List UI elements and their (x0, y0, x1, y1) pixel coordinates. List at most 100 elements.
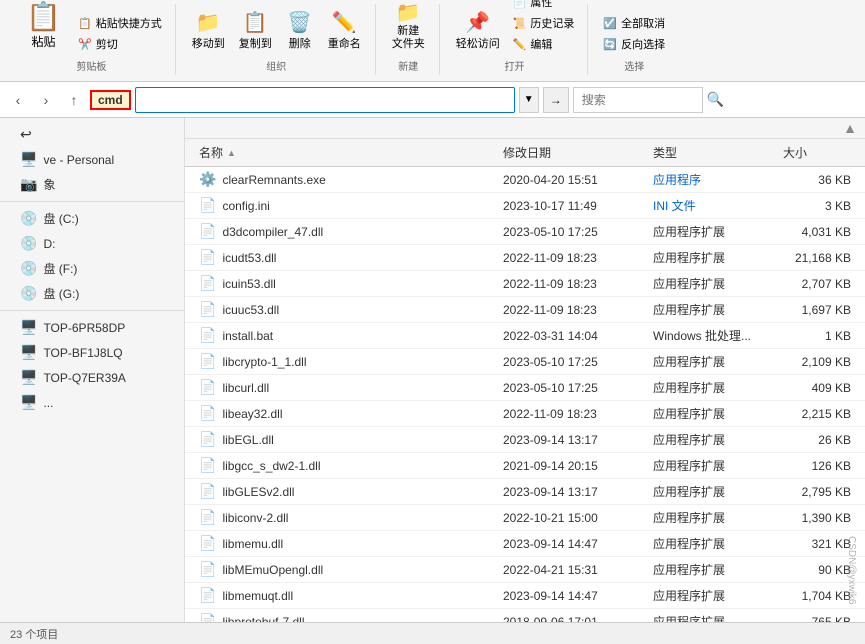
file-name: libcurl.dll (222, 381, 269, 395)
header-size[interactable]: 大小 (777, 139, 857, 166)
file-row[interactable]: 📄 libGLESv2.dll 2023-09-14 13:17 应用程序扩展 … (185, 479, 865, 505)
file-row[interactable]: 📄 config.ini 2023-10-17 11:49 INI 文件 3 K… (185, 193, 865, 219)
file-type-cell: 应用程序扩展 (647, 557, 777, 582)
history-button[interactable]: 📜 历史记录 (508, 13, 580, 33)
forward-button[interactable]: › (34, 88, 58, 112)
address-dropdown[interactable]: ▼ (519, 87, 539, 113)
file-size: 26 KB (818, 433, 851, 447)
sidebar-item-f[interactable]: 💿 盘 (F:) (0, 256, 184, 281)
file-date: 2021-09-14 20:15 (503, 459, 598, 473)
sidebar-item-d[interactable]: 💿 D: (0, 231, 184, 256)
sidebar-icon-0: ↩ (20, 126, 32, 143)
file-name: libprotobuf-7.dll (222, 615, 304, 623)
header-date[interactable]: 修改日期 (497, 139, 647, 166)
file-name: install.bat (222, 329, 273, 343)
organize-group: 📁 移动到 📋 复制到 🗑️ 删除 ✏️ 重命名 组织 (178, 4, 376, 75)
back-button[interactable]: ‹ (6, 88, 30, 112)
sidebar-item-top2[interactable]: 🖥️ TOP-BF1J8LQ (0, 340, 184, 365)
file-type: 应用程序扩展 (653, 457, 725, 474)
file-icon: 📄 (199, 405, 216, 422)
file-row[interactable]: 📄 icudt53.dll 2022-11-09 18:23 应用程序扩展 21… (185, 245, 865, 271)
sort-name-icon: ▲ (227, 148, 236, 158)
file-row[interactable]: 📄 icuuc53.dll 2022-11-09 18:23 应用程序扩展 1,… (185, 297, 865, 323)
invert-button[interactable]: 🔄 反向选择 (598, 34, 670, 54)
file-size-cell: 2,707 KB (777, 271, 857, 296)
copy-to-button[interactable]: 📋 复制到 (233, 10, 278, 54)
file-row[interactable]: 📄 libMEmuOpengl.dll 2022-04-21 15:31 应用程… (185, 557, 865, 583)
sidebar-label-top2: TOP-BF1J8LQ (43, 346, 122, 360)
file-icon: 📄 (199, 223, 216, 240)
file-name-cell: 📄 install.bat (193, 323, 497, 348)
file-type: 应用程序扩展 (653, 535, 725, 552)
sidebar-item-top3[interactable]: 🖥️ TOP-Q7ER39A (0, 365, 184, 390)
file-row[interactable]: ⚙️ clearRemnants.exe 2020-04-20 15:51 应用… (185, 167, 865, 193)
rename-button[interactable]: ✏️ 重命名 (322, 10, 367, 54)
sidebar-item-top1[interactable]: 🖥️ TOP-6PR58DP (0, 315, 184, 340)
file-row[interactable]: 📄 icuin53.dll 2022-11-09 18:23 应用程序扩展 2,… (185, 271, 865, 297)
item-count: 23 个项目 (10, 626, 58, 642)
file-row[interactable]: 📄 libcurl.dll 2023-05-10 17:25 应用程序扩展 40… (185, 375, 865, 401)
new-buttons: 📁 新建文件夹 (386, 0, 431, 54)
file-list-header: 名称 ▲ 修改日期 类型 大小 (185, 139, 865, 167)
paste-icon: 📋 (26, 0, 61, 33)
paste-button[interactable]: 📋 粘贴 (16, 0, 71, 54)
file-date-cell: 2021-09-14 20:15 (497, 453, 647, 478)
file-date: 2023-05-10 17:25 (503, 381, 598, 395)
open-label: 打开 (505, 58, 525, 73)
file-name-cell: 📄 config.ini (193, 193, 497, 218)
up-button[interactable]: ↑ (62, 88, 86, 112)
file-type: 应用程序扩展 (653, 353, 725, 370)
sidebar-label-c: 盘 (C:) (43, 210, 78, 227)
properties-button[interactable]: 📄 属性 (508, 0, 580, 12)
file-icon: 📄 (199, 327, 216, 344)
select-all-button[interactable]: ☑️ 全部取消 (598, 13, 670, 33)
sidebar-item-g[interactable]: 💿 盘 (G:) (0, 281, 184, 306)
file-row[interactable]: 📄 install.bat 2022-03-31 14:04 Windows 批… (185, 323, 865, 349)
file-date: 2022-10-21 15:00 (503, 511, 598, 525)
file-type-cell: INI 文件 (647, 193, 777, 218)
file-name: clearRemnants.exe (222, 173, 325, 187)
file-row[interactable]: 📄 libmemu.dll 2023-09-14 14:47 应用程序扩展 32… (185, 531, 865, 557)
file-date-cell: 2023-09-14 13:17 (497, 479, 647, 504)
move-to-button[interactable]: 📁 移动到 (186, 10, 231, 54)
file-row[interactable]: 📄 d3dcompiler_47.dll 2023-05-10 17:25 应用… (185, 219, 865, 245)
sidebar-item-0[interactable]: ↩ (0, 122, 184, 147)
file-size: 4,031 KB (802, 225, 851, 239)
file-row[interactable]: 📄 libeay32.dll 2022-11-09 18:23 应用程序扩展 2… (185, 401, 865, 427)
file-row[interactable]: 📄 libgcc_s_dw2-1.dll 2021-09-14 20:15 应用… (185, 453, 865, 479)
file-date-cell: 2023-09-14 13:17 (497, 427, 647, 452)
address-input[interactable] (135, 87, 515, 113)
file-row[interactable]: 📄 libmemuqt.dll 2023-09-14 14:47 应用程序扩展 … (185, 583, 865, 609)
delete-button[interactable]: 🗑️ 删除 (280, 10, 320, 54)
file-name: libEGL.dll (222, 433, 273, 447)
file-icon: 📄 (199, 535, 216, 552)
address-go-button[interactable]: → (543, 87, 569, 113)
history-icon: 📜 (513, 17, 527, 30)
file-row[interactable]: 📄 libprotobuf-7.dll 2018-09-06 17:01 应用程… (185, 609, 865, 622)
search-input[interactable] (573, 87, 703, 113)
edit-button[interactable]: ✏️ 编辑 (508, 34, 580, 54)
new-folder-icon: 📁 (396, 3, 421, 23)
easy-access-button[interactable]: 📌 轻松访问 (450, 10, 506, 54)
cut-button[interactable]: ✂️ 剪切 (73, 34, 167, 54)
file-size-cell: 36 KB (777, 167, 857, 192)
sidebar-item-more[interactable]: 🖥️ ... (0, 390, 184, 415)
paste-shortcut-button[interactable]: 📋 粘贴快捷方式 (73, 13, 167, 33)
header-type[interactable]: 类型 (647, 139, 777, 166)
file-icon: 📄 (199, 353, 216, 370)
sort-arrow-top[interactable]: ▲ (843, 120, 857, 136)
file-list-body[interactable]: ⚙️ clearRemnants.exe 2020-04-20 15:51 应用… (185, 167, 865, 622)
file-size: 1,390 KB (802, 511, 851, 525)
sidebar-item-ve[interactable]: 🖥️ ve - Personal (0, 147, 184, 172)
header-name[interactable]: 名称 ▲ (193, 139, 497, 166)
file-name: icuuc53.dll (222, 303, 279, 317)
file-row[interactable]: 📄 libEGL.dll 2023-09-14 13:17 应用程序扩展 26 … (185, 427, 865, 453)
file-type-cell: 应用程序扩展 (647, 505, 777, 530)
file-row[interactable]: 📄 libiconv-2.dll 2022-10-21 15:00 应用程序扩展… (185, 505, 865, 531)
sidebar-item-c[interactable]: 💿 盘 (C:) (0, 206, 184, 231)
sidebar-item-camera[interactable]: 📷 象 (0, 172, 184, 197)
rename-label: 重命名 (328, 35, 361, 51)
file-row[interactable]: 📄 libcrypto-1_1.dll 2023-05-10 17:25 应用程… (185, 349, 865, 375)
file-type: 应用程序扩展 (653, 587, 725, 604)
new-folder-button[interactable]: 📁 新建文件夹 (386, 0, 431, 54)
